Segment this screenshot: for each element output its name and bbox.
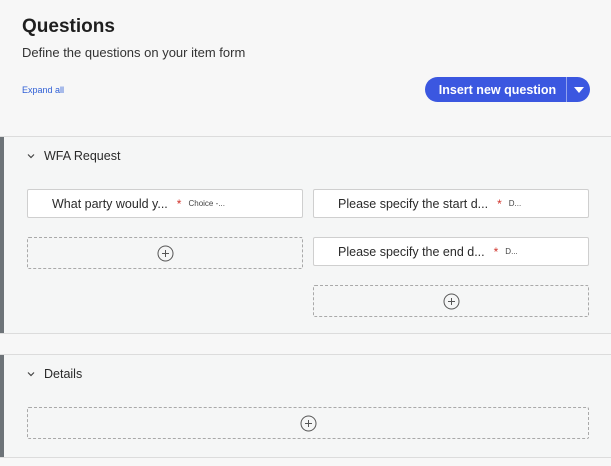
- insert-new-question-split-button: Insert new question: [425, 77, 590, 102]
- insert-options-dropdown-button[interactable]: [567, 77, 590, 102]
- add-question-slot[interactable]: [313, 285, 589, 317]
- plus-circle-icon: [443, 293, 459, 309]
- add-question-slot[interactable]: [27, 407, 589, 439]
- page-title: Questions: [22, 16, 115, 37]
- question-card[interactable]: Please specify the end d... * D...: [313, 237, 589, 266]
- question-card[interactable]: What party would y... * Choice -...: [27, 189, 303, 218]
- question-type-label: Choice -...: [188, 199, 225, 208]
- question-type-label: D...: [505, 247, 518, 256]
- section-title: WFA Request: [44, 149, 121, 163]
- caret-down-icon: [573, 86, 584, 93]
- required-indicator: *: [497, 196, 502, 211]
- question-text: Please specify the start d...: [338, 196, 489, 211]
- page-subtitle: Define the questions on your item form: [22, 45, 246, 60]
- section-details: Details: [0, 354, 611, 458]
- section-toggle-wfa-request[interactable]: WFA Request: [26, 149, 120, 163]
- plus-circle-icon: [300, 415, 316, 431]
- chevron-down-icon: [27, 372, 35, 377]
- insert-new-question-button[interactable]: Insert new question: [425, 77, 566, 102]
- question-type-label: D...: [508, 199, 522, 208]
- required-indicator: *: [493, 244, 499, 259]
- section-wfa-request: WFA Request What party would y... * Choi…: [0, 136, 611, 334]
- expand-all-link[interactable]: Expand all: [22, 85, 64, 95]
- section-accent-bar: [0, 355, 4, 457]
- question-card[interactable]: Please specify the start d... * D...: [313, 189, 589, 218]
- plus-circle-icon: [157, 245, 173, 261]
- question-text: Please specify the end d...: [338, 244, 485, 259]
- section-toggle-details[interactable]: Details: [26, 367, 82, 381]
- add-question-slot[interactable]: [27, 237, 303, 269]
- chevron-down-icon: [27, 154, 35, 159]
- section-accent-bar: [0, 137, 4, 333]
- section-title: Details: [44, 367, 83, 381]
- question-text: What party would y...: [52, 196, 168, 211]
- page-header: Questions Define the questions on your i…: [0, 0, 611, 137]
- required-indicator: *: [176, 196, 182, 211]
